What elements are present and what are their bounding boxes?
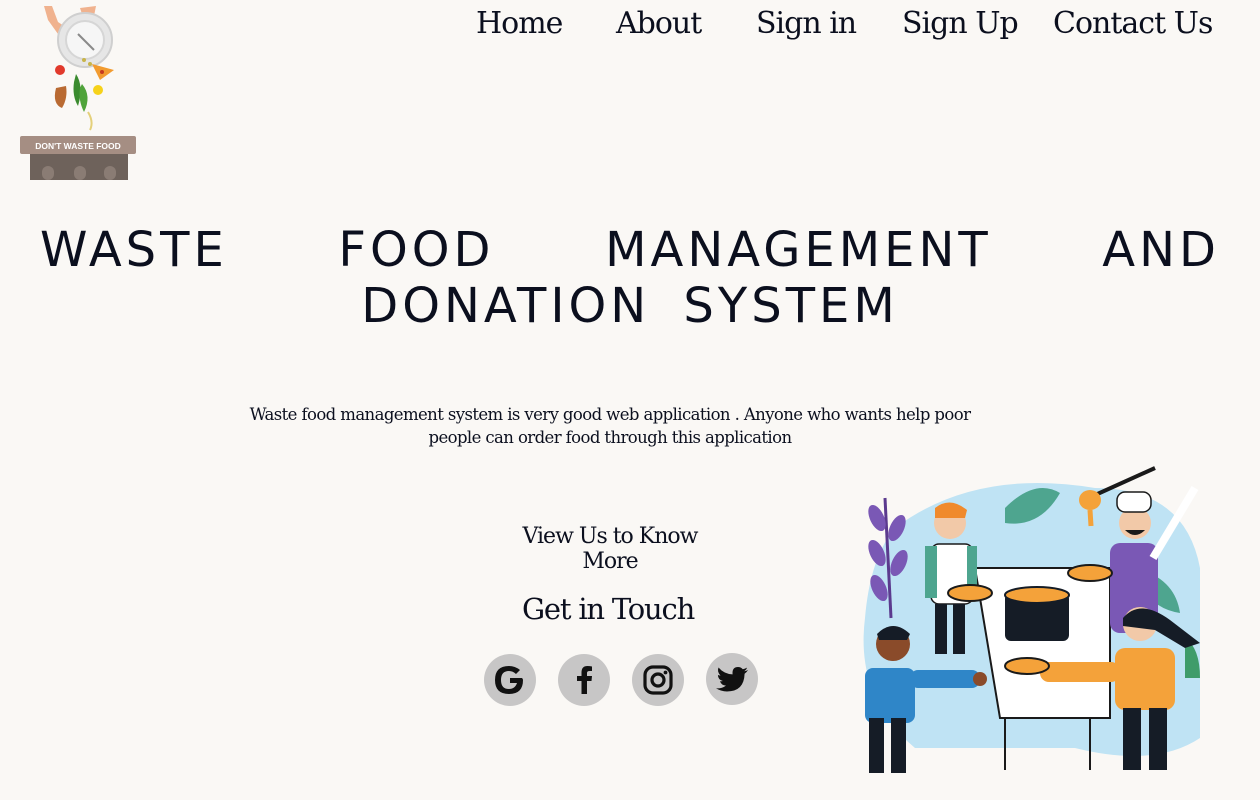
hero-description: Waste food management system is very goo… bbox=[249, 405, 971, 447]
site-logo[interactable]: DON'T WASTE FOOD bbox=[18, 0, 138, 180]
logo-banner-text: DON'T WASTE FOOD bbox=[35, 141, 121, 151]
facebook-icon bbox=[577, 666, 592, 694]
nav-about-link[interactable]: About bbox=[616, 6, 702, 41]
nav-home-link[interactable]: Home bbox=[476, 6, 563, 41]
google-icon bbox=[495, 666, 523, 694]
get-in-touch-heading: Get in Touch bbox=[521, 592, 695, 626]
nav-sign-in-link[interactable]: Sign in bbox=[756, 6, 857, 41]
twitter-icon bbox=[716, 667, 748, 692]
view-more-link[interactable]: View Us to Know More bbox=[500, 524, 720, 574]
facebook-link[interactable] bbox=[558, 654, 610, 706]
volunteers-serving-food-illustration bbox=[855, 448, 1200, 776]
twitter-link[interactable] bbox=[706, 653, 758, 705]
nav-sign-up-link[interactable]: Sign Up bbox=[902, 6, 1019, 41]
nav-contact-us-link[interactable]: Contact Us bbox=[1053, 6, 1213, 41]
instagram-link[interactable] bbox=[632, 654, 684, 706]
dont-waste-food-logo-icon: DON'T WASTE FOOD bbox=[20, 6, 136, 180]
volunteers-illustration-icon bbox=[863, 466, 1200, 773]
instagram-icon bbox=[643, 665, 673, 695]
hero-title: WASTE FOOD MANAGEMENT AND DONATION SYSTE… bbox=[40, 222, 1220, 334]
google-link[interactable] bbox=[484, 654, 536, 706]
page: DON'T WASTE FOOD Home About Sign in Sign… bbox=[0, 0, 1260, 800]
